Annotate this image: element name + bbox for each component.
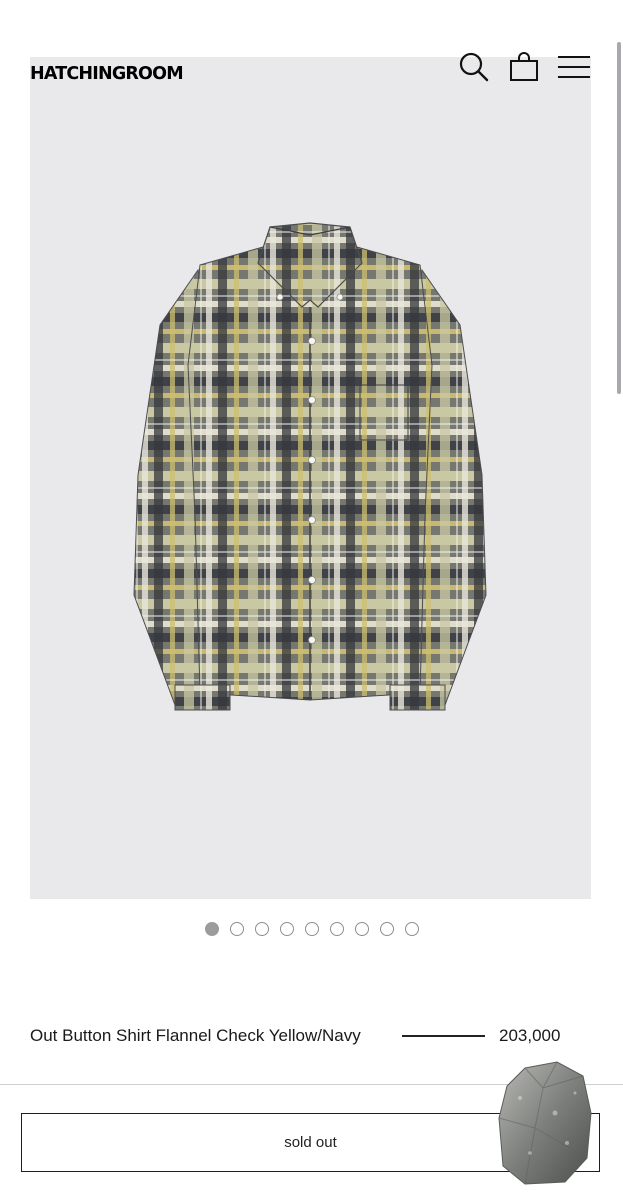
shopping-bag-icon[interactable]: [505, 48, 543, 86]
gallery-dot-7[interactable]: [354, 922, 369, 936]
page-scrollbar[interactable]: [617, 42, 621, 394]
gallery-dot-3[interactable]: [254, 922, 269, 936]
menu-icon[interactable]: [555, 48, 593, 86]
product-photo[interactable]: [120, 215, 500, 755]
gallery-dot-6[interactable]: [329, 922, 344, 936]
gallery-dot-8[interactable]: [379, 922, 394, 936]
gallery-dot-9[interactable]: [404, 922, 419, 936]
search-icon[interactable]: [455, 48, 493, 86]
gallery-dot-4[interactable]: [279, 922, 294, 936]
gallery-pagination: [0, 922, 623, 936]
product-name: Out Button Shirt Flannel Check Yellow/Na…: [30, 1026, 361, 1045]
gallery-dot-1[interactable]: [204, 922, 219, 936]
gallery-dot-2[interactable]: [229, 922, 244, 936]
product-price: 203,000: [499, 1026, 561, 1045]
price-divider-line: [402, 1035, 485, 1037]
brand-logo[interactable]: HATCHINGROOM: [30, 64, 184, 84]
rock-sticker-image: [498, 1061, 592, 1185]
gallery-dot-5[interactable]: [304, 922, 319, 936]
